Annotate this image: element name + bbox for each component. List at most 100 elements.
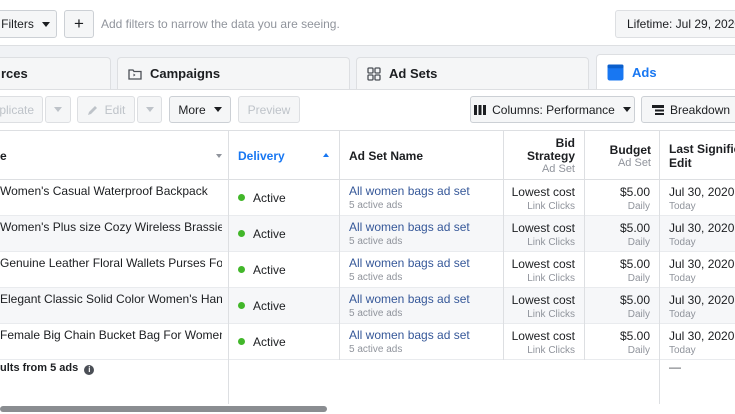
budget-sub: Daily <box>627 237 650 248</box>
tab-ads[interactable]: Ads <box>596 54 735 90</box>
ad-name[interactable]: Female Big Chain Bucket Bag For Women <box>0 328 222 342</box>
ad-set-link[interactable]: All women bags ad set <box>349 256 470 270</box>
more-button[interactable]: More <box>169 96 231 123</box>
chevron-down-icon <box>145 107 154 112</box>
breakdown-button[interactable]: Breakdown <box>641 96 735 123</box>
delivery-status: Active <box>238 227 286 241</box>
tab-label: Ad Sets <box>389 66 438 81</box>
last-edit-value: Jul 30, 2020, 6 <box>669 257 735 271</box>
duplicate-button[interactable]: plicate <box>0 96 43 123</box>
column-header-bid-strategy[interactable]: Bid Strategy Ad Set <box>503 131 575 180</box>
chevron-down-icon <box>41 21 50 27</box>
delivery-status: Active <box>238 191 286 205</box>
ad-name[interactable]: Women's Casual Waterproof Backpack <box>0 184 222 198</box>
date-range-label: Lifetime: Jul 29, 2020 – <box>627 17 735 31</box>
filters-button-label: Filters <box>1 17 34 31</box>
table-row[interactable]: Women's Plus size Cozy Wireless Brassier… <box>0 216 735 252</box>
columns-label: Columns: Performance <box>492 102 615 117</box>
budget-sub: Daily <box>627 309 650 320</box>
budget-value[interactable]: $5.00 <box>584 221 650 235</box>
tab-campaigns[interactable]: Campaigns <box>117 57 350 89</box>
column-header-sub: Ad Set <box>617 156 651 169</box>
status-dot-icon <box>238 302 245 309</box>
column-header-budget[interactable]: Budget Ad Set <box>584 131 651 180</box>
tab-data-sources[interactable]: rces <box>0 57 111 89</box>
budget-value[interactable]: $5.00 <box>584 293 650 307</box>
budget-value[interactable]: $5.00 <box>584 257 650 271</box>
breakdown-icon <box>652 104 664 115</box>
bid-strategy: Lowest cost <box>511 329 575 343</box>
info-icon[interactable]: i <box>84 365 95 375</box>
more-label: More <box>178 102 206 117</box>
bid-strategy: Lowest cost <box>511 257 575 271</box>
pencil-icon <box>87 105 97 115</box>
columns-icon <box>474 104 487 115</box>
last-edit-value: Jul 30, 2020, 6 <box>669 293 735 307</box>
tab-label: Campaigns <box>150 66 221 81</box>
ad-set-sub: 5 active ads <box>349 308 403 319</box>
table-row[interactable]: Female Big Chain Bucket Bag For Women Act… <box>0 324 735 360</box>
ad-name[interactable]: Women's Plus size Cozy Wireless Brassier… <box>0 220 222 234</box>
last-edit-value: Jul 30, 2020, 6 <box>669 185 735 199</box>
budget-sub: Daily <box>627 201 650 212</box>
edit-dropdown-button[interactable] <box>137 96 162 123</box>
chevron-down-icon <box>622 107 631 112</box>
tab-label: rces <box>1 66 28 81</box>
sort-caret-icon[interactable] <box>216 154 222 158</box>
edit-label: Edit <box>104 102 126 117</box>
ad-set-link[interactable]: All women bags ad set <box>349 184 470 198</box>
column-header-last-edit[interactable]: Last Significant Edit <box>669 131 735 180</box>
last-edit-sub: Today <box>669 309 696 320</box>
column-header-sub: Ad Set <box>541 162 575 175</box>
plus-icon: + <box>74 14 84 33</box>
status-dot-icon <box>238 194 245 201</box>
date-range-button[interactable]: Lifetime: Jul 29, 2020 – <box>615 10 735 38</box>
bid-strategy-sub: Link Clicks <box>527 273 575 284</box>
table-row[interactable]: Women's Casual Waterproof Backpack Active… <box>0 180 735 216</box>
last-edit-sub: Today <box>669 345 696 356</box>
filter-hint[interactable]: Add filters to narrow the data you are s… <box>101 17 340 31</box>
ad-name[interactable]: Genuine Leather Floral Wallets Purses Fo… <box>0 256 222 270</box>
filters-button[interactable]: Filters <box>0 10 57 38</box>
scrollbar-thumb[interactable] <box>0 406 327 412</box>
ads-icon <box>607 64 624 81</box>
tab-ad-sets[interactable]: Ad Sets <box>356 57 589 89</box>
duplicate-label: plicate <box>0 102 34 117</box>
ad-set-link[interactable]: All women bags ad set <box>349 292 470 306</box>
ad-set-link[interactable]: All women bags ad set <box>349 220 470 234</box>
last-edit-sub: Today <box>669 237 696 248</box>
last-edit-value: Jul 30, 2020, 6 <box>669 221 735 235</box>
grid-icon <box>367 66 381 81</box>
column-header-ad-set-name[interactable]: Ad Set Name <box>349 131 499 180</box>
column-divider <box>584 130 585 360</box>
last-edit-sub: Today <box>669 273 696 284</box>
column-divider <box>659 130 660 406</box>
budget-value[interactable]: $5.00 <box>584 329 650 343</box>
column-divider <box>339 130 340 360</box>
columns-button[interactable]: Columns: Performance <box>470 96 635 123</box>
preview-label: Preview <box>247 102 291 117</box>
ad-set-sub: 5 active ads <box>349 236 403 247</box>
column-header-ad-name[interactable]: e <box>0 131 228 180</box>
table-header: e Delivery Ad Set Name Bid Strategy Ad S… <box>0 130 735 180</box>
ad-set-link[interactable]: All women bags ad set <box>349 328 470 342</box>
budget-value[interactable]: $5.00 <box>584 185 650 199</box>
last-edit-sub: Today <box>669 201 696 212</box>
ad-set-sub: 5 active ads <box>349 272 403 283</box>
table-row[interactable]: Genuine Leather Floral Wallets Purses Fo… <box>0 252 735 288</box>
column-divider <box>503 130 504 360</box>
budget-sub: Daily <box>627 273 650 284</box>
preview-button[interactable]: Preview <box>238 96 300 123</box>
ad-name[interactable]: Elegant Classic Solid Color Women's Hand… <box>0 292 222 306</box>
sort-ascending-icon[interactable] <box>323 153 329 157</box>
duplicate-dropdown-button[interactable] <box>45 96 71 123</box>
ad-set-sub: 5 active ads <box>349 200 403 211</box>
chevron-down-icon <box>54 107 62 112</box>
edit-button[interactable]: Edit <box>77 96 135 123</box>
chevron-down-icon <box>213 107 222 112</box>
status-dot-icon <box>238 338 245 345</box>
add-filter-button[interactable]: + <box>64 10 94 38</box>
table-row[interactable]: Elegant Classic Solid Color Women's Hand… <box>0 288 735 324</box>
summary-last-edit: — <box>669 360 681 374</box>
bid-strategy-sub: Link Clicks <box>527 309 575 320</box>
